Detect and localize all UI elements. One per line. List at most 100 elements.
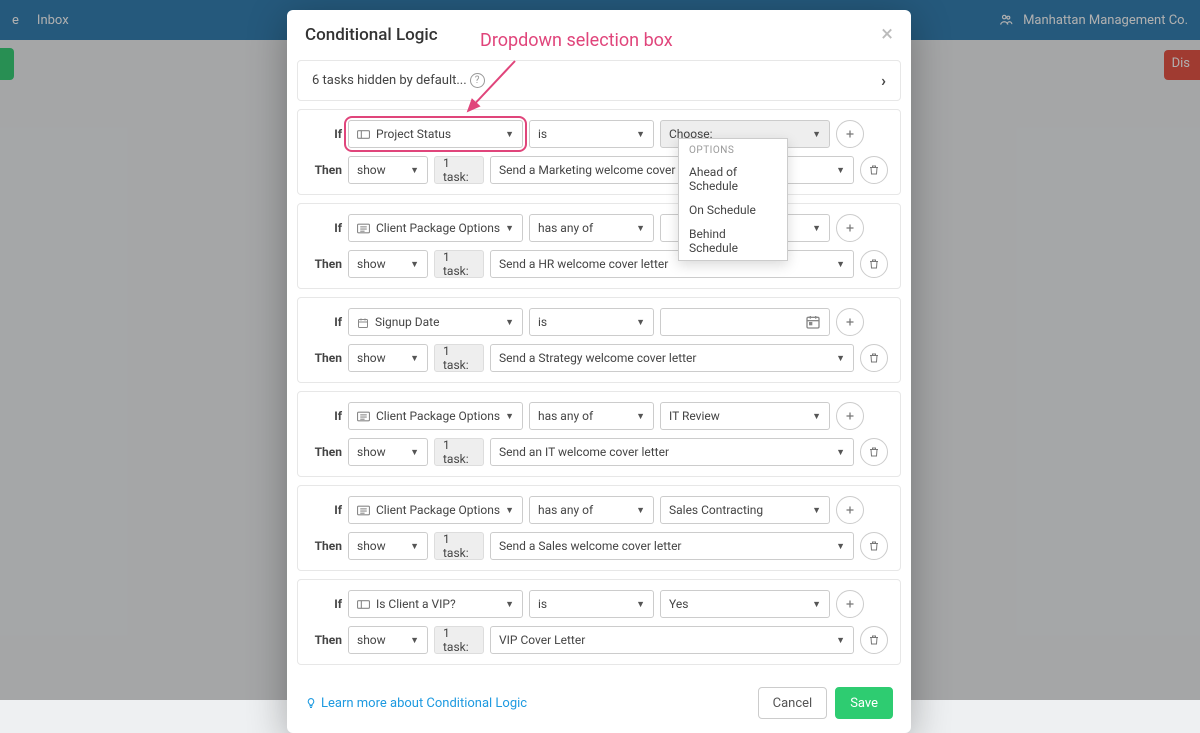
task-select[interactable]: Send a HR welcome cover letter▼: [490, 250, 854, 278]
dropdown-option[interactable]: On Schedule: [679, 198, 787, 222]
calendar-icon[interactable]: [805, 314, 821, 330]
action-select[interactable]: show▼: [348, 626, 428, 654]
add-condition-button[interactable]: [836, 120, 864, 148]
action-select[interactable]: show ▼: [348, 156, 428, 184]
value-dropdown: OPTIONS Ahead of Schedule On Schedule Be…: [678, 138, 788, 261]
operator-select[interactable]: is▼: [529, 120, 654, 148]
caret-down-icon: ▼: [836, 259, 845, 270]
value-text: Yes: [669, 597, 688, 611]
delete-rule-button[interactable]: [860, 344, 888, 372]
action-select[interactable]: show▼: [348, 438, 428, 466]
rule-block: IfSignup Date▼is▼Thenshow▼1 task:Send a …: [297, 297, 901, 383]
caret-down-icon: ▼: [812, 411, 821, 422]
then-label: Then: [310, 539, 342, 553]
then-label: Then: [310, 633, 342, 647]
delete-rule-button[interactable]: [860, 532, 888, 560]
operator-select[interactable]: is▼: [529, 590, 654, 618]
cancel-button[interactable]: Cancel: [758, 687, 828, 719]
if-label: If: [310, 127, 342, 141]
caret-down-icon: ▼: [505, 411, 514, 422]
chevron-right-icon: ›: [881, 71, 886, 90]
task-text: Send an IT welcome cover letter: [499, 445, 669, 459]
learn-more-link[interactable]: Learn more about Conditional Logic: [305, 696, 527, 711]
task-select[interactable]: Send a Strategy welcome cover letter▼: [490, 344, 854, 372]
caret-down-icon: ▼: [636, 505, 645, 516]
delete-rule-button[interactable]: [860, 438, 888, 466]
task-select[interactable]: Send a Sales welcome cover letter▼: [490, 532, 854, 560]
task-count-text: 1 task:: [443, 626, 475, 654]
task-select[interactable]: Send a Marketing welcome cover letter▼: [490, 156, 854, 184]
caret-down-icon: ▼: [836, 541, 845, 552]
caret-down-icon: ▼: [636, 223, 645, 234]
caret-down-icon: ▼: [636, 411, 645, 422]
delete-rule-button[interactable]: [860, 626, 888, 654]
caret-down-icon: ▼: [812, 505, 821, 516]
value-select[interactable]: Yes ▼: [660, 590, 830, 618]
action-text: show: [357, 539, 386, 553]
delete-rule-button[interactable]: [860, 156, 888, 184]
caret-down-icon: ▼: [812, 129, 821, 140]
operator-select[interactable]: has any of▼: [529, 402, 654, 430]
caret-down-icon: ▼: [410, 165, 419, 176]
rule-block: IfProject Status▼is▼Choose:▼Thenshow▼1 t…: [297, 109, 901, 195]
add-condition-button[interactable]: [836, 402, 864, 430]
then-label: Then: [310, 257, 342, 271]
value-text: Sales Contracting: [669, 503, 763, 517]
action-select[interactable]: show▼: [348, 532, 428, 560]
action-text: show: [357, 351, 386, 365]
caret-down-icon: ▼: [812, 599, 821, 610]
value-select[interactable]: IT Review▼: [660, 402, 830, 430]
task-count-text: 1 task:: [443, 438, 475, 466]
field-select[interactable]: Client Package Options▼: [348, 214, 523, 242]
rule-block: IfClient Package Options▼has any of▼▼The…: [297, 203, 901, 289]
if-label: If: [310, 315, 342, 329]
field-name: Project Status: [376, 127, 451, 141]
delete-rule-button[interactable]: [860, 250, 888, 278]
lightbulb-icon: [305, 696, 317, 710]
task-count-badge: 1 task:: [434, 626, 484, 654]
field-select[interactable]: Signup Date▼: [348, 308, 523, 336]
dropdown-option[interactable]: Ahead of Schedule: [679, 160, 787, 198]
action-select[interactable]: show▼: [348, 250, 428, 278]
caret-down-icon: ▼: [836, 353, 845, 364]
dropdown-heading: OPTIONS: [679, 139, 787, 160]
field-type-icon: [357, 409, 370, 423]
field-select[interactable]: Is Client a VIP?▼: [348, 590, 523, 618]
operator-text: has any of: [538, 503, 593, 517]
rule-block: IfIs Client a VIP?▼is▼Yes▼Thenshow▼1 tas…: [297, 579, 901, 665]
add-condition-button[interactable]: [836, 308, 864, 336]
add-condition-button[interactable]: [836, 590, 864, 618]
add-condition-button[interactable]: [836, 214, 864, 242]
add-condition-button[interactable]: [836, 496, 864, 524]
if-label: If: [310, 503, 342, 517]
task-count-text: 1 task:: [443, 344, 475, 372]
field-name: Client Package Options: [376, 221, 500, 235]
field-type-icon: [357, 597, 370, 611]
task-count-text: 1 task:: [443, 532, 475, 560]
task-select[interactable]: VIP Cover Letter▼: [490, 626, 854, 654]
action-select[interactable]: show▼: [348, 344, 428, 372]
save-button[interactable]: Save: [835, 687, 893, 719]
operator-select[interactable]: has any of▼: [529, 214, 654, 242]
action-text: show: [357, 163, 386, 177]
close-icon[interactable]: ×: [881, 24, 893, 46]
hidden-tasks-bar[interactable]: 6 tasks hidden by default... ? ›: [297, 60, 901, 101]
operator-select[interactable]: is▼: [529, 308, 654, 336]
operator-text: is: [538, 597, 547, 611]
rule-block: IfClient Package Options▼has any of▼Sale…: [297, 485, 901, 571]
field-select[interactable]: Client Package Options▼: [348, 402, 523, 430]
value-select[interactable]: Sales Contracting ▼: [660, 496, 830, 524]
task-count-badge: 1 task:: [434, 438, 484, 466]
dropdown-option[interactable]: Behind Schedule: [679, 222, 787, 260]
field-type-icon: [357, 503, 370, 517]
caret-down-icon: ▼: [410, 635, 419, 646]
task-count-badge: 1 task:: [434, 532, 484, 560]
task-count-badge: 1 task:: [434, 156, 484, 184]
value-select[interactable]: [660, 308, 830, 336]
caret-down-icon: ▼: [636, 317, 645, 328]
task-select[interactable]: Send an IT welcome cover letter▼: [490, 438, 854, 466]
operator-select[interactable]: has any of ▼: [529, 496, 654, 524]
field-select[interactable]: Client Package Options▼: [348, 496, 523, 524]
caret-down-icon: ▼: [410, 447, 419, 458]
caret-down-icon: ▼: [636, 129, 645, 140]
